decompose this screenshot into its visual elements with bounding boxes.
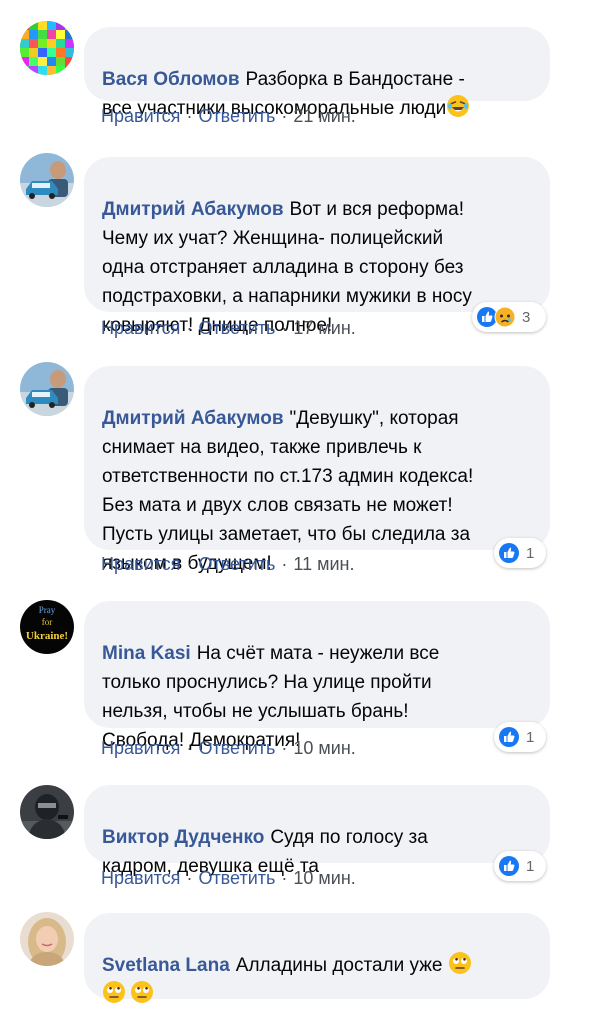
reactions-badge[interactable]: 1 <box>494 722 546 752</box>
reactions-badge[interactable]: 1 <box>494 851 546 881</box>
like-button[interactable]: Нравится <box>101 318 180 338</box>
rolling-eyes-emoji <box>130 980 154 1004</box>
woman-portrait-avatar[interactable] <box>20 912 74 966</box>
like-button[interactable]: Нравится <box>101 738 180 758</box>
reaction-count: 1 <box>526 728 535 746</box>
reaction-count: 1 <box>526 544 535 562</box>
reaction-count: 1 <box>526 857 535 875</box>
separator: · <box>281 868 288 888</box>
comment-time[interactable]: 17 мин. <box>293 318 355 338</box>
avatar-text: Pray <box>39 605 56 615</box>
man-with-car-avatar[interactable] <box>20 362 74 416</box>
comment-bubble: Svetlana Lana Алладины достали уже <box>84 913 550 1003</box>
comment-author[interactable]: Дмитрий Абакумов <box>102 408 284 429</box>
comment-text: Алладины достали уже <box>235 955 443 976</box>
comment-text: "Девушку", которая снимает на видео, так… <box>102 408 474 574</box>
comment-author[interactable]: Вася Обломов <box>102 69 240 90</box>
comment-bubble: Виктор Дудченко Судя по голосу за кадром,… <box>84 785 550 877</box>
reply-button[interactable]: Ответить <box>198 554 275 574</box>
comment-actions: Нравится · Ответить · 10 мин. <box>101 868 356 889</box>
comment-bubble: Дмитрий Абакумов Вот и вся реформа! Чему … <box>84 157 550 336</box>
like-reaction-icon <box>498 726 520 748</box>
comment-actions: Нравится · Ответить · 10 мин. <box>101 738 356 759</box>
like-button[interactable]: Нравится <box>101 106 180 126</box>
comment-bubble: Дмитрий Абакумов "Девушку", которая снима… <box>84 366 550 574</box>
pray-for-ukraine-avatar[interactable]: Pray for Ukraine! <box>20 600 74 654</box>
like-button[interactable]: Нравится <box>101 868 180 888</box>
like-reaction-icon <box>498 855 520 877</box>
soldier-avatar[interactable] <box>20 785 74 839</box>
comment-time[interactable]: 10 мин. <box>293 868 355 888</box>
comment-actions: Нравится · Ответить · 11 мин. <box>101 554 354 575</box>
reply-button[interactable]: Ответить <box>198 106 275 126</box>
separator: · <box>281 554 288 574</box>
comment-time[interactable]: 11 мин. <box>293 554 354 574</box>
like-button[interactable]: Нравится <box>101 554 180 574</box>
comment-actions: Нравится · Ответить · 17 мин. <box>101 318 356 339</box>
separator: · <box>186 868 193 888</box>
reply-button[interactable]: Ответить <box>198 738 275 758</box>
comment-author[interactable]: Mina Kasi <box>102 643 191 664</box>
separator: · <box>186 106 193 126</box>
separator: · <box>186 318 193 338</box>
comment-actions: Нравится · Ответить · 21 мин. <box>101 106 356 127</box>
comment-author[interactable]: Дмитрий Абакумов <box>102 199 284 220</box>
avatar-text: Ukraine! <box>26 630 68 642</box>
rolling-eyes-emoji <box>448 951 472 975</box>
sad-reaction-icon <box>494 306 516 328</box>
separator: · <box>186 738 193 758</box>
reactions-badge[interactable]: 3 <box>472 302 546 332</box>
comment-time[interactable]: 10 мин. <box>293 738 355 758</box>
separator: · <box>281 738 288 758</box>
comment-author[interactable]: Svetlana Lana <box>102 955 230 976</box>
rolling-eyes-emoji <box>102 980 126 1004</box>
comment-bubble: Mina Kasi На счёт мата - неужели все толь… <box>84 601 550 751</box>
reaction-count: 3 <box>522 308 531 326</box>
comment-time[interactable]: 21 мин. <box>293 106 355 126</box>
avatar-text: for <box>42 617 53 627</box>
separator: · <box>281 106 288 126</box>
crying-laughing-emoji <box>446 94 470 118</box>
colorful-grid-avatar[interactable] <box>20 21 74 75</box>
reactions-badge[interactable]: 1 <box>494 538 546 568</box>
separator: · <box>186 554 193 574</box>
reply-button[interactable]: Ответить <box>198 868 275 888</box>
like-reaction-icon <box>498 542 520 564</box>
man-with-car-avatar[interactable] <box>20 153 74 207</box>
separator: · <box>281 318 288 338</box>
comment-author[interactable]: Виктор Дудченко <box>102 827 264 848</box>
reply-button[interactable]: Ответить <box>198 318 275 338</box>
comment-bubble: Вася Обломов Разборка в Бандостане - все … <box>84 27 550 119</box>
